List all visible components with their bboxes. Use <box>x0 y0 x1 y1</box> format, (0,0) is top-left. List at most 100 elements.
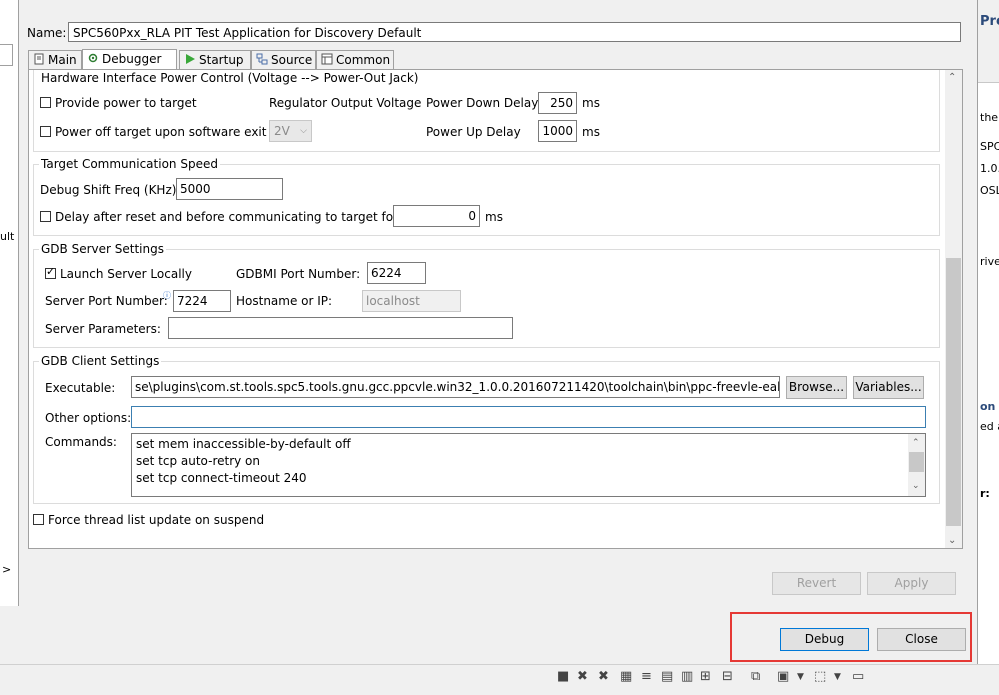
tab-debugger[interactable]: Debugger <box>82 49 177 70</box>
scroll-up-icon[interactable]: ⌃ <box>948 72 956 83</box>
scroll-down-icon[interactable]: ⌄ <box>948 535 956 546</box>
open-console-icon[interactable]: ⬚ <box>814 669 826 684</box>
left-chevron-icon[interactable]: > <box>2 563 11 576</box>
scroll-up-icon[interactable]: ⌃ <box>912 435 920 452</box>
display-icon[interactable]: ⊟ <box>722 669 733 684</box>
shift-freq-input[interactable]: 5000 <box>176 178 283 200</box>
name-input[interactable]: SPC560Pxx_RLA PIT Test Application for D… <box>68 22 961 42</box>
shift-freq-label: Debug Shift Freq (KHz) <box>40 183 177 197</box>
tab-main-label: Main <box>48 53 77 67</box>
right-panel-header <box>978 0 999 83</box>
right-panel-line: river <box>980 255 999 268</box>
pin-icon[interactable]: ⊞ <box>700 669 711 684</box>
launch-server-checkbox-row[interactable]: Launch Server Locally <box>45 265 192 281</box>
new-console-icon[interactable]: ⧉ <box>751 669 760 684</box>
apply-button[interactable]: Apply <box>867 572 956 595</box>
debug-button[interactable]: Debug <box>780 628 869 651</box>
right-panel-line: the s <box>980 111 999 124</box>
provide-power-checkbox[interactable] <box>40 97 51 108</box>
right-panel-title: Pro <box>980 14 999 29</box>
delay-checkbox[interactable] <box>40 211 51 222</box>
content-scrollbar[interactable]: ⌃ ⌄ <box>945 70 962 548</box>
power-off-checkbox-row[interactable]: Power off target upon software exit <box>40 125 266 139</box>
power-up-label: Power Up Delay <box>426 125 521 139</box>
tab-source-label: Source <box>271 53 313 67</box>
page-icon[interactable]: ▥ <box>681 669 693 684</box>
gdb-client-title: GDB Client Settings <box>39 354 162 368</box>
scroll-lock-icon[interactable]: ▤ <box>661 669 673 684</box>
executable-input[interactable]: se\plugins\com.st.tools.spc5.tools.gnu.g… <box>131 376 780 398</box>
scroll-down-icon[interactable]: ⌄ <box>912 478 920 495</box>
info-icon: ⓘ <box>163 291 171 300</box>
bug-gear-icon <box>88 53 98 63</box>
chevron-down-icon[interactable]: ▼ <box>797 672 804 682</box>
right-panel-line: on <box>980 400 996 413</box>
tab-main[interactable]: Main <box>28 50 82 69</box>
variables-button[interactable]: Variables... <box>853 376 924 399</box>
close-button[interactable]: Close <box>877 628 966 651</box>
right-partial-panel: Pro the s SPC 1.0. OSL river on ed a r: <box>977 0 999 694</box>
launch-server-checkbox[interactable] <box>45 265 56 279</box>
command-line: set mem inaccessible-by-default off <box>136 437 351 451</box>
regulator-combo[interactable]: 2V ⌵ <box>269 120 312 142</box>
other-options-input[interactable] <box>131 406 926 428</box>
launch-server-label: Launch Server Locally <box>60 267 192 281</box>
left-input-stub[interactable] <box>0 44 13 66</box>
right-panel-line: SPC <box>980 140 999 153</box>
monitor-icon[interactable]: ▣ <box>777 669 789 684</box>
power-down-ms: ms <box>582 96 600 110</box>
left-panel-text: ult <box>0 230 15 243</box>
regulator-value: 2V <box>274 124 290 138</box>
command-line: set tcp connect-timeout 240 <box>136 471 307 485</box>
bottom-toolbar <box>0 664 999 695</box>
gdbmi-label: GDBMI Port Number: <box>236 267 361 281</box>
tab-common[interactable]: Common <box>316 50 394 69</box>
right-panel-line: r: <box>980 487 990 500</box>
commands-textarea[interactable]: set mem inaccessible-by-default off set … <box>131 433 926 497</box>
tab-common-label: Common <box>336 53 391 67</box>
chevron-down-icon: ⌵ <box>300 126 307 136</box>
tab-source[interactable]: Source <box>251 50 316 69</box>
executable-label: Executable: <box>45 381 116 395</box>
browse-button[interactable]: Browse... <box>786 376 847 399</box>
commands-label: Commands: <box>45 435 117 449</box>
minimize-icon[interactable]: ▭ <box>852 669 864 684</box>
comm-speed-group <box>33 164 940 236</box>
lines-icon[interactable]: ≡ <box>641 669 652 684</box>
server-port-input[interactable]: 7224 <box>173 290 231 312</box>
power-off-label: Power off target upon software exit <box>55 125 267 139</box>
power-up-input[interactable]: 1000 <box>538 120 577 142</box>
play-icon <box>186 54 195 64</box>
power-off-checkbox[interactable] <box>40 126 51 137</box>
server-params-input[interactable] <box>168 317 513 339</box>
server-params-label: Server Parameters: <box>45 322 161 336</box>
right-panel-line: 1.0. <box>980 162 999 175</box>
content-scroll-thumb[interactable] <box>946 258 961 526</box>
grid-icon[interactable]: ▦ <box>620 669 632 684</box>
force-thread-checkbox-row[interactable]: Force thread list update on suspend <box>33 513 264 527</box>
document-icon <box>34 53 44 65</box>
right-panel-line: OSL <box>980 184 999 197</box>
delay-ms: ms <box>485 210 503 224</box>
gdb-server-title: GDB Server Settings <box>39 242 166 256</box>
tab-debugger-label: Debugger <box>102 52 162 66</box>
provide-power-label: Provide power to target <box>55 96 197 110</box>
delay-label: Delay after reset and before communicati… <box>55 210 399 224</box>
commands-scrollbar[interactable]: ⌃ ⌄ <box>908 434 925 496</box>
remove-all-icon[interactable]: ✖ <box>598 669 609 684</box>
chevron-down-icon[interactable]: ▼ <box>834 672 841 682</box>
commands-scroll-thumb[interactable] <box>909 452 924 472</box>
power-down-input[interactable]: 250 <box>538 92 577 114</box>
tab-startup[interactable]: Startup <box>179 50 251 69</box>
provide-power-checkbox-row[interactable]: Provide power to target <box>40 96 197 110</box>
gdbmi-input[interactable]: 6224 <box>367 262 426 284</box>
close-icon[interactable]: ✖ <box>577 669 588 684</box>
delay-input[interactable]: 0 <box>393 205 480 227</box>
server-port-label: Server Port Number: <box>45 294 168 308</box>
delay-checkbox-row[interactable]: Delay after reset and before communicati… <box>40 210 398 224</box>
stop-icon[interactable]: ■ <box>557 669 569 684</box>
revert-button[interactable]: Revert <box>772 572 861 595</box>
hostname-label: Hostname or IP: <box>236 294 333 308</box>
hostname-input[interactable]: localhost <box>362 290 461 312</box>
force-thread-checkbox[interactable] <box>33 514 44 525</box>
